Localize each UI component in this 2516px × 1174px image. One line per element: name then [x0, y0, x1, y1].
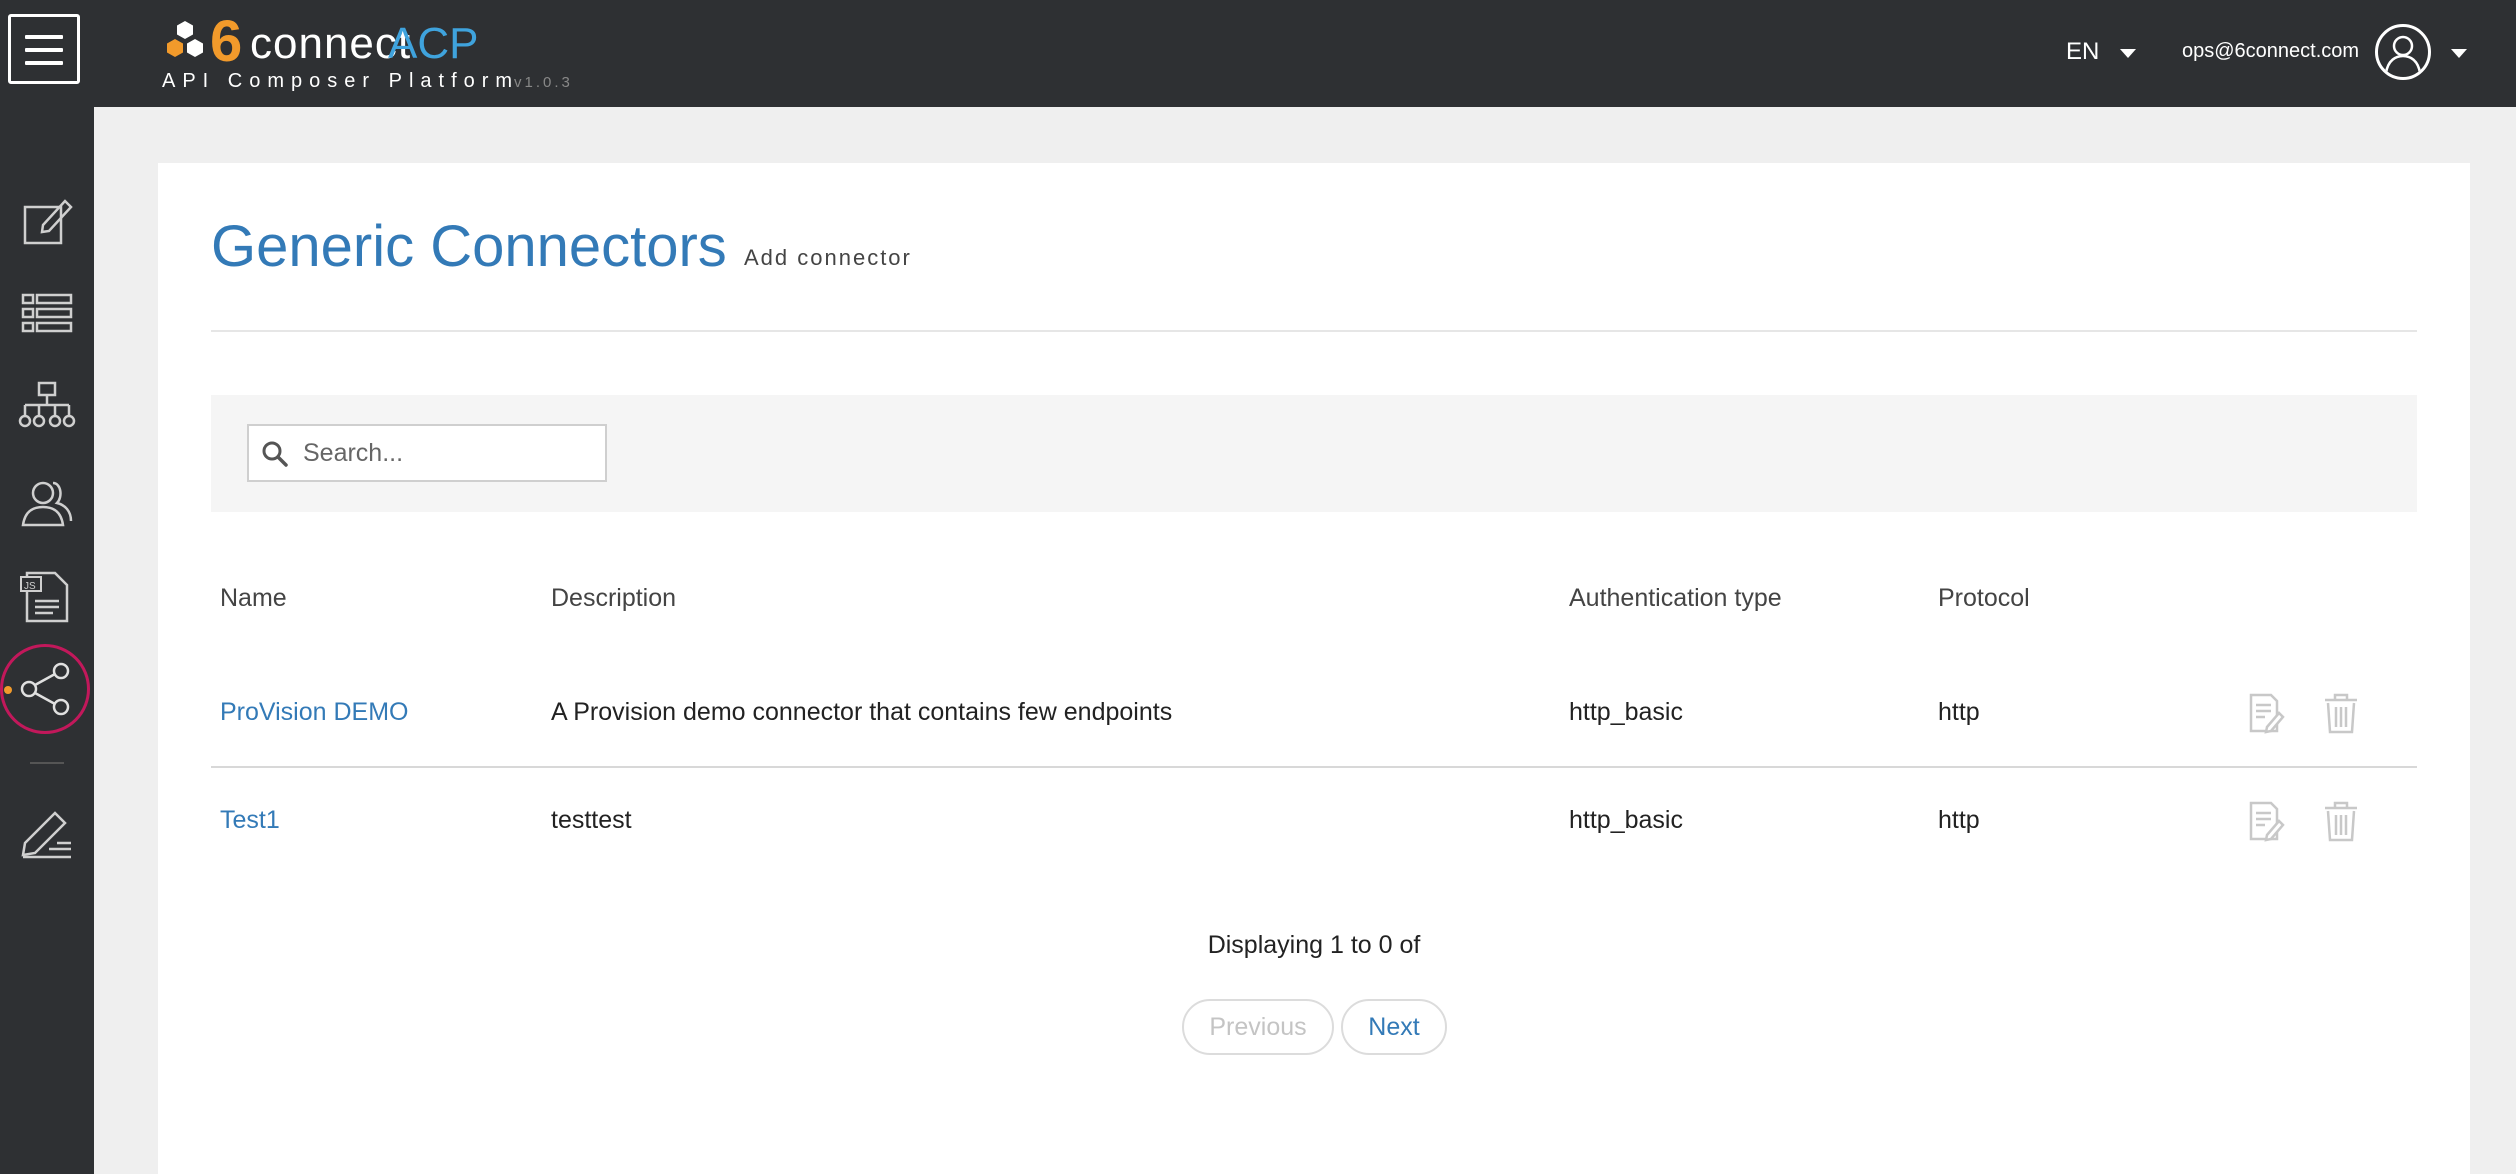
- connector-name-link[interactable]: ProVision DEMO: [220, 698, 409, 727]
- user-avatar-icon[interactable]: [2375, 24, 2431, 80]
- users-icon: [21, 481, 73, 527]
- column-header-description[interactable]: Description: [551, 584, 676, 613]
- content-card: Generic Connectors Add connector Name De…: [158, 163, 2470, 1174]
- connector-protocol: http: [1938, 806, 1980, 834]
- sidebar-item-list[interactable]: [13, 279, 81, 347]
- sidebar-nav: JS: [0, 107, 94, 1174]
- search-panel: [211, 395, 2417, 512]
- column-header-auth-type[interactable]: Authentication type: [1569, 584, 1782, 613]
- user-menu-chevron-down-icon[interactable]: [2451, 49, 2467, 58]
- connector-name-link[interactable]: Test1: [220, 806, 280, 835]
- column-header-name[interactable]: Name: [220, 584, 287, 613]
- sidebar-item-edit[interactable]: [13, 187, 81, 255]
- page-title: Generic Connectors: [211, 214, 727, 279]
- previous-page-button[interactable]: Previous: [1182, 999, 1334, 1055]
- logo-connect: connect: [250, 19, 412, 68]
- list-icon: [21, 293, 73, 333]
- active-indicator-dot: [4, 686, 12, 694]
- svg-text:JS: JS: [24, 581, 36, 592]
- logo-subtitle: API Composer Platform: [162, 70, 520, 92]
- logo-acp: ACP: [388, 19, 479, 68]
- next-page-button[interactable]: Next: [1341, 999, 1447, 1055]
- sidebar-item-scripts[interactable]: JS: [13, 563, 81, 631]
- column-header-protocol[interactable]: Protocol: [1938, 584, 2030, 613]
- search-field[interactable]: [247, 424, 607, 482]
- sidebar-divider: [30, 762, 64, 764]
- language-label[interactable]: EN: [2066, 38, 2099, 66]
- connector-auth-type: http_basic: [1569, 698, 1683, 726]
- edit-icon: [23, 199, 73, 245]
- connector-description: testtest: [551, 806, 632, 834]
- add-connector-link[interactable]: Add connector: [744, 245, 912, 271]
- hexagon-logo-icon: [167, 21, 203, 57]
- edit-icon[interactable]: [2245, 691, 2285, 735]
- logo-six: 6: [210, 9, 243, 74]
- connector-protocol: http: [1938, 698, 1980, 726]
- trash-icon[interactable]: [2321, 691, 2361, 735]
- hierarchy-icon: [18, 381, 76, 428]
- sidebar-item-connectors[interactable]: [13, 655, 81, 723]
- language-chevron-down-icon[interactable]: [2120, 49, 2136, 58]
- app-logo[interactable]: 6 connect ACP API Composer Platform v1.0…: [162, 9, 582, 94]
- connector-description: A Provision demo connector that contains…: [551, 698, 1173, 726]
- script-file-icon: JS: [20, 571, 69, 623]
- title-divider: [211, 330, 2417, 332]
- signature-icon: [21, 811, 71, 859]
- search-icon: [262, 441, 288, 467]
- hamburger-menu-icon[interactable]: [8, 14, 80, 84]
- user-email[interactable]: ops@6connect.com: [2182, 40, 2359, 63]
- sidebar-item-signature[interactable]: [13, 799, 81, 867]
- top-bar: 6 connect ACP API Composer Platform v1.0…: [0, 0, 2516, 107]
- sidebar-item-users[interactable]: [13, 469, 81, 537]
- connector-auth-type: http_basic: [1569, 806, 1683, 834]
- edit-icon[interactable]: [2245, 799, 2285, 843]
- pagination-summary: Displaying 1 to 0 of: [1207, 931, 1421, 959]
- trash-icon[interactable]: [2321, 799, 2361, 843]
- search-input[interactable]: [303, 426, 599, 480]
- share-icon: [20, 662, 70, 716]
- sidebar-item-hierarchy[interactable]: [13, 373, 81, 441]
- app-version: v1.0.3: [514, 74, 573, 91]
- row-divider: [211, 766, 2417, 768]
